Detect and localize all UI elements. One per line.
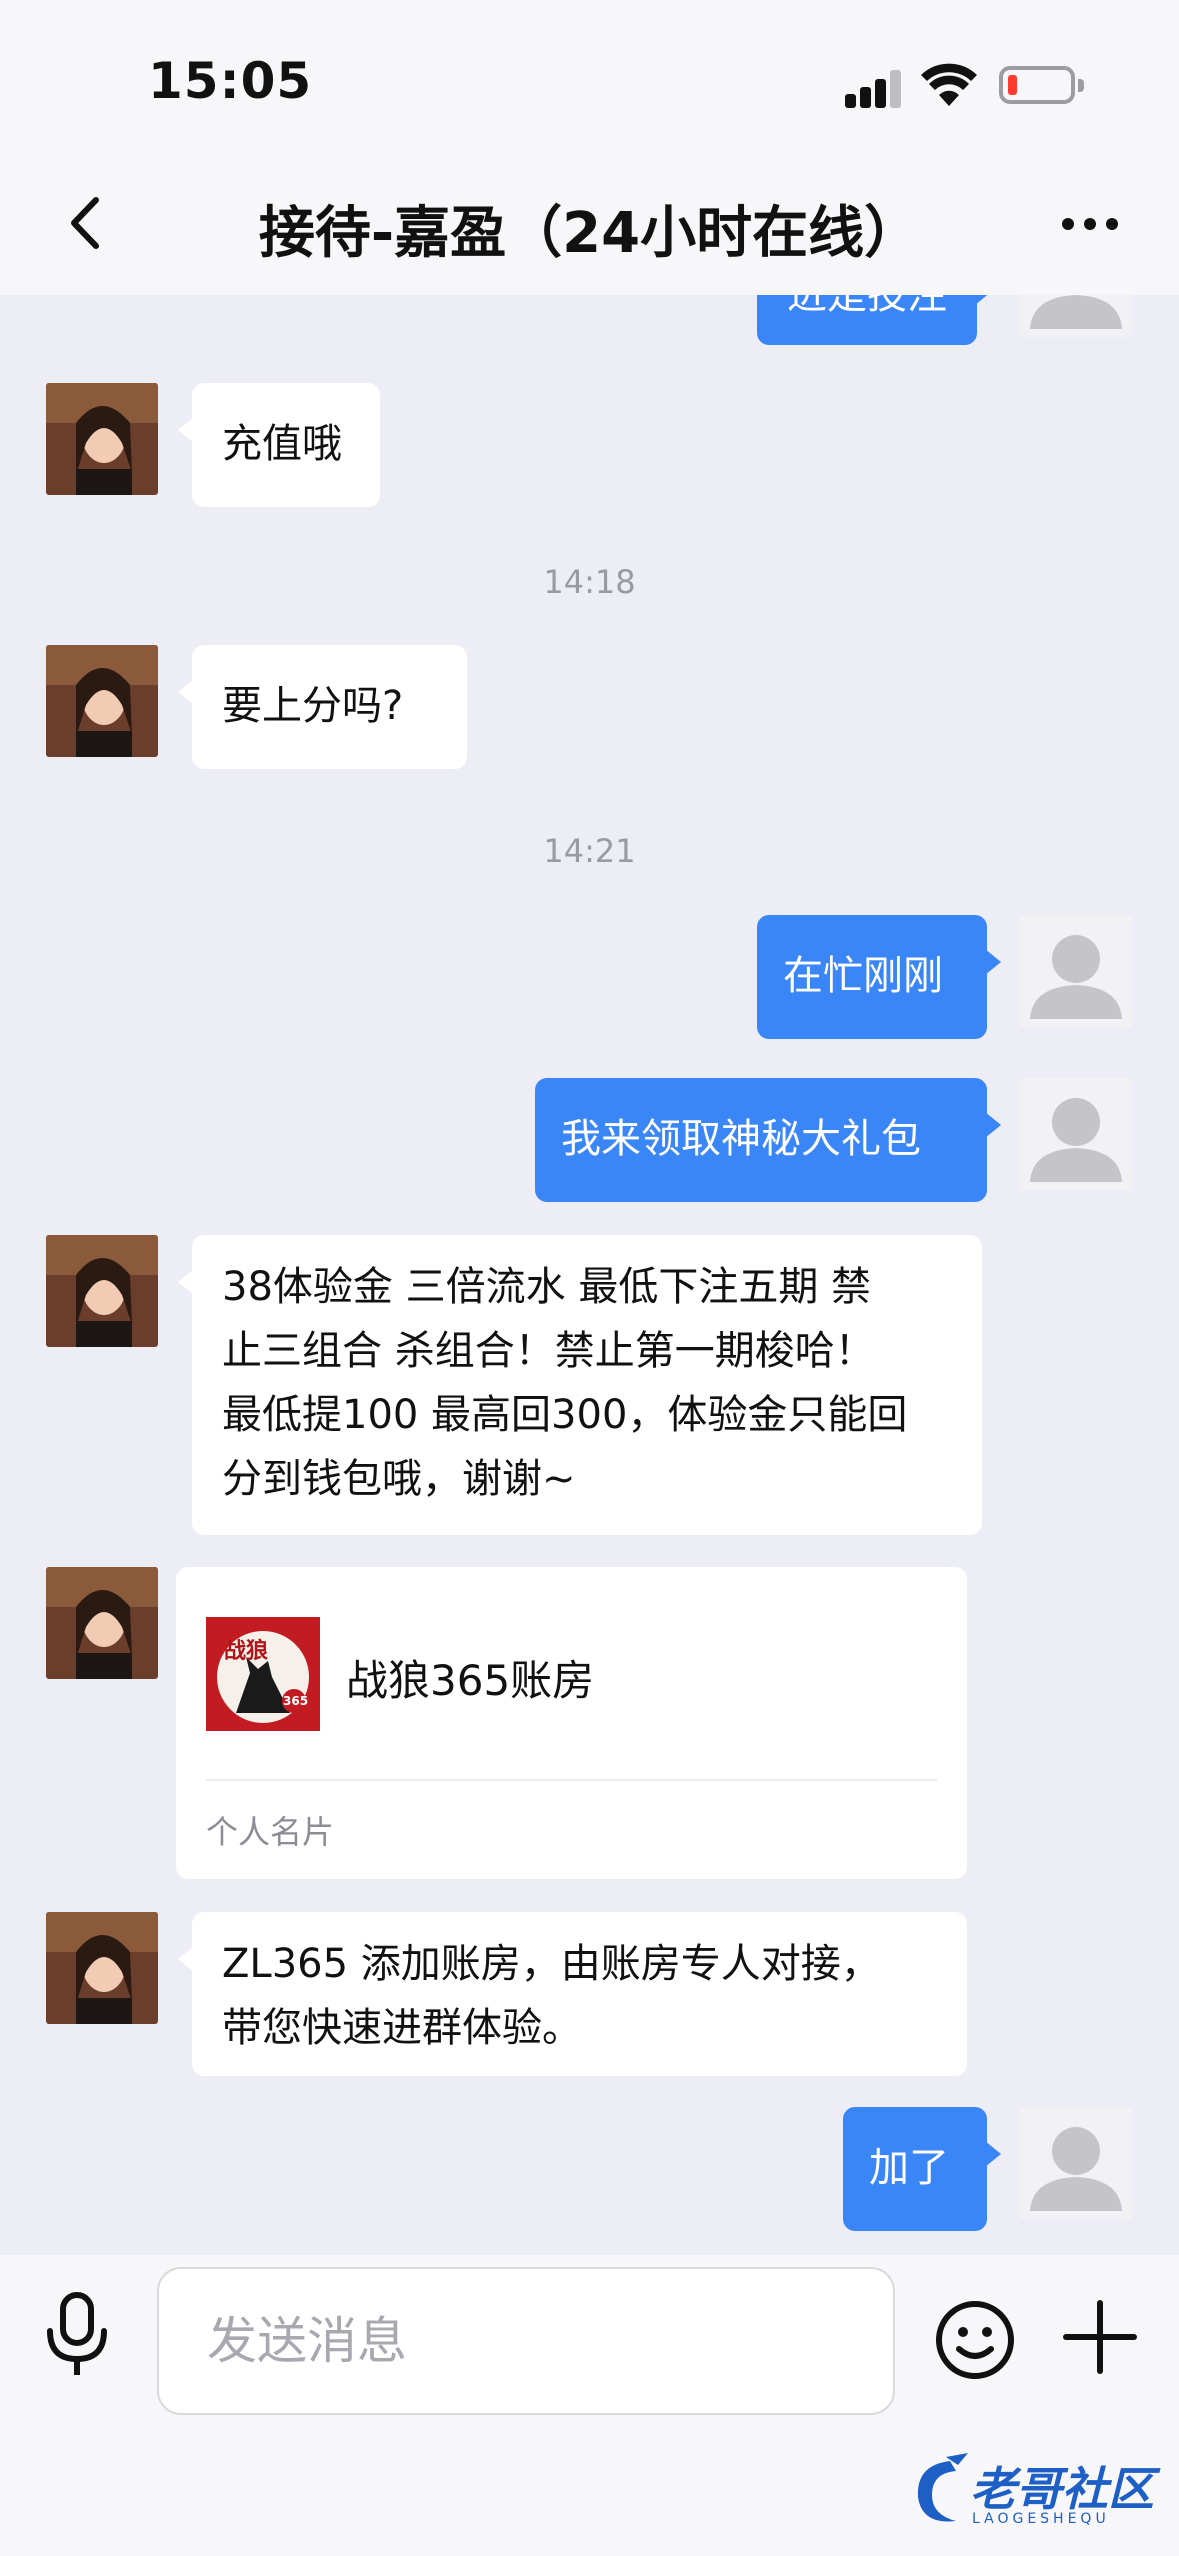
battery-level xyxy=(1008,75,1017,95)
status-time: 15:05 xyxy=(148,52,313,110)
battery-icon xyxy=(999,66,1084,104)
message-input[interactable] xyxy=(157,2267,895,2415)
message-text: 充值哦 xyxy=(222,421,342,467)
user-placeholder-icon xyxy=(1030,935,1122,1019)
message-text: 在忙刚刚 xyxy=(783,953,943,999)
watermark-logo: 老哥社区 LAOGESHEQU xyxy=(910,2445,1165,2545)
contact-card-logo: 战狼 365 xyxy=(206,1617,320,1731)
agent-avatar[interactable] xyxy=(46,645,158,757)
message-bubble-incoming[interactable]: 要上分吗? xyxy=(178,645,467,769)
microphone-icon[interactable] xyxy=(44,2291,110,2381)
message-line: ZL365 添加账房，由账房专人对接， xyxy=(222,1941,881,1987)
contact-card[interactable]: 战狼 365 战狼365账房 个人名片 xyxy=(176,1567,967,1879)
user-avatar[interactable] xyxy=(1020,2107,1132,2219)
cellular-signal-icon xyxy=(845,68,903,108)
status-bar: 15:05 xyxy=(0,0,1179,160)
message-bubble-outgoing[interactable]: 进是投注 xyxy=(757,295,991,345)
plus-icon[interactable] xyxy=(1062,2299,1138,2375)
agent-avatar[interactable] xyxy=(46,1235,158,1347)
message-line: 带您快速进群体验。 xyxy=(222,2005,582,2051)
message-bubble-outgoing[interactable]: 我来领取神秘大礼包 xyxy=(535,1078,1001,1202)
watermark-subtext: LAOGESHEQU xyxy=(972,2511,1110,2527)
message-text: 我来领取神秘大礼包 xyxy=(561,1116,921,1162)
page-title: 接待-嘉盈（24小时在线） xyxy=(258,201,921,266)
user-avatar[interactable] xyxy=(1020,915,1132,1027)
message-line: 最低提100 最高回300，体验金只能回 xyxy=(222,1392,908,1438)
message-bubble-outgoing[interactable]: 加了 xyxy=(843,2107,1001,2231)
logo-text: 战狼 xyxy=(224,1638,269,1664)
contact-card-label: 个人名片 xyxy=(206,1813,335,1851)
user-placeholder-icon xyxy=(1030,295,1122,329)
message-text: 进是投注 xyxy=(787,295,947,318)
message-text: 加了 xyxy=(869,2145,949,2191)
message-bubble-incoming[interactable]: 充值哦 xyxy=(178,383,380,507)
divider xyxy=(206,1779,937,1781)
ellipsis-icon[interactable] xyxy=(1062,208,1122,238)
contact-card-name: 战狼365账房 xyxy=(346,1656,595,1705)
agent-avatar[interactable] xyxy=(46,1912,158,2024)
chat-area[interactable]: 进是投注 充值哦 14:18 要上分吗? 14:21 在忙刚刚 我来领取神秘大礼… xyxy=(0,295,1179,2255)
nav-bar: 接待-嘉盈（24小时在线） xyxy=(0,160,1179,295)
message-text: 要上分吗? xyxy=(222,683,404,729)
agent-photo xyxy=(46,1235,158,1347)
watermark-text: 老哥社区 xyxy=(970,2462,1154,2516)
input-bar: 老哥社区 LAOGESHEQU xyxy=(0,2255,1179,2556)
message-bubble-outgoing[interactable]: 在忙刚刚 xyxy=(757,915,1001,1039)
agent-avatar[interactable] xyxy=(46,1567,158,1679)
agent-avatar[interactable] xyxy=(46,383,158,495)
agent-photo xyxy=(46,1567,158,1679)
message-line: 分到钱包哦，谢谢~ xyxy=(222,1456,576,1502)
smiley-icon[interactable] xyxy=(934,2299,1016,2381)
agent-photo xyxy=(46,645,158,757)
user-avatar[interactable] xyxy=(1020,1078,1132,1190)
user-avatar[interactable] xyxy=(1020,295,1132,337)
message-bubble-incoming[interactable]: 38体验金 三倍流水 最低下注五期 禁 止三组合 杀组合！禁止第一期梭哈！ 最低… xyxy=(178,1235,982,1535)
timestamp: 14:18 xyxy=(543,563,636,601)
user-placeholder-icon xyxy=(1030,1098,1122,1182)
agent-photo xyxy=(46,1912,158,2024)
timestamp: 14:21 xyxy=(543,832,636,870)
message-line: 38体验金 三倍流水 最低下注五期 禁 xyxy=(222,1264,872,1310)
message-bubble-incoming[interactable]: ZL365 添加账房，由账房专人对接， 带您快速进群体验。 xyxy=(178,1912,967,2076)
message-line: 止三组合 杀组合！禁止第一期梭哈！ xyxy=(222,1328,875,1374)
wifi-icon xyxy=(921,63,977,106)
logo-badge: 365 xyxy=(283,1694,309,1708)
agent-photo xyxy=(46,383,158,495)
user-placeholder-icon xyxy=(1030,2127,1122,2211)
